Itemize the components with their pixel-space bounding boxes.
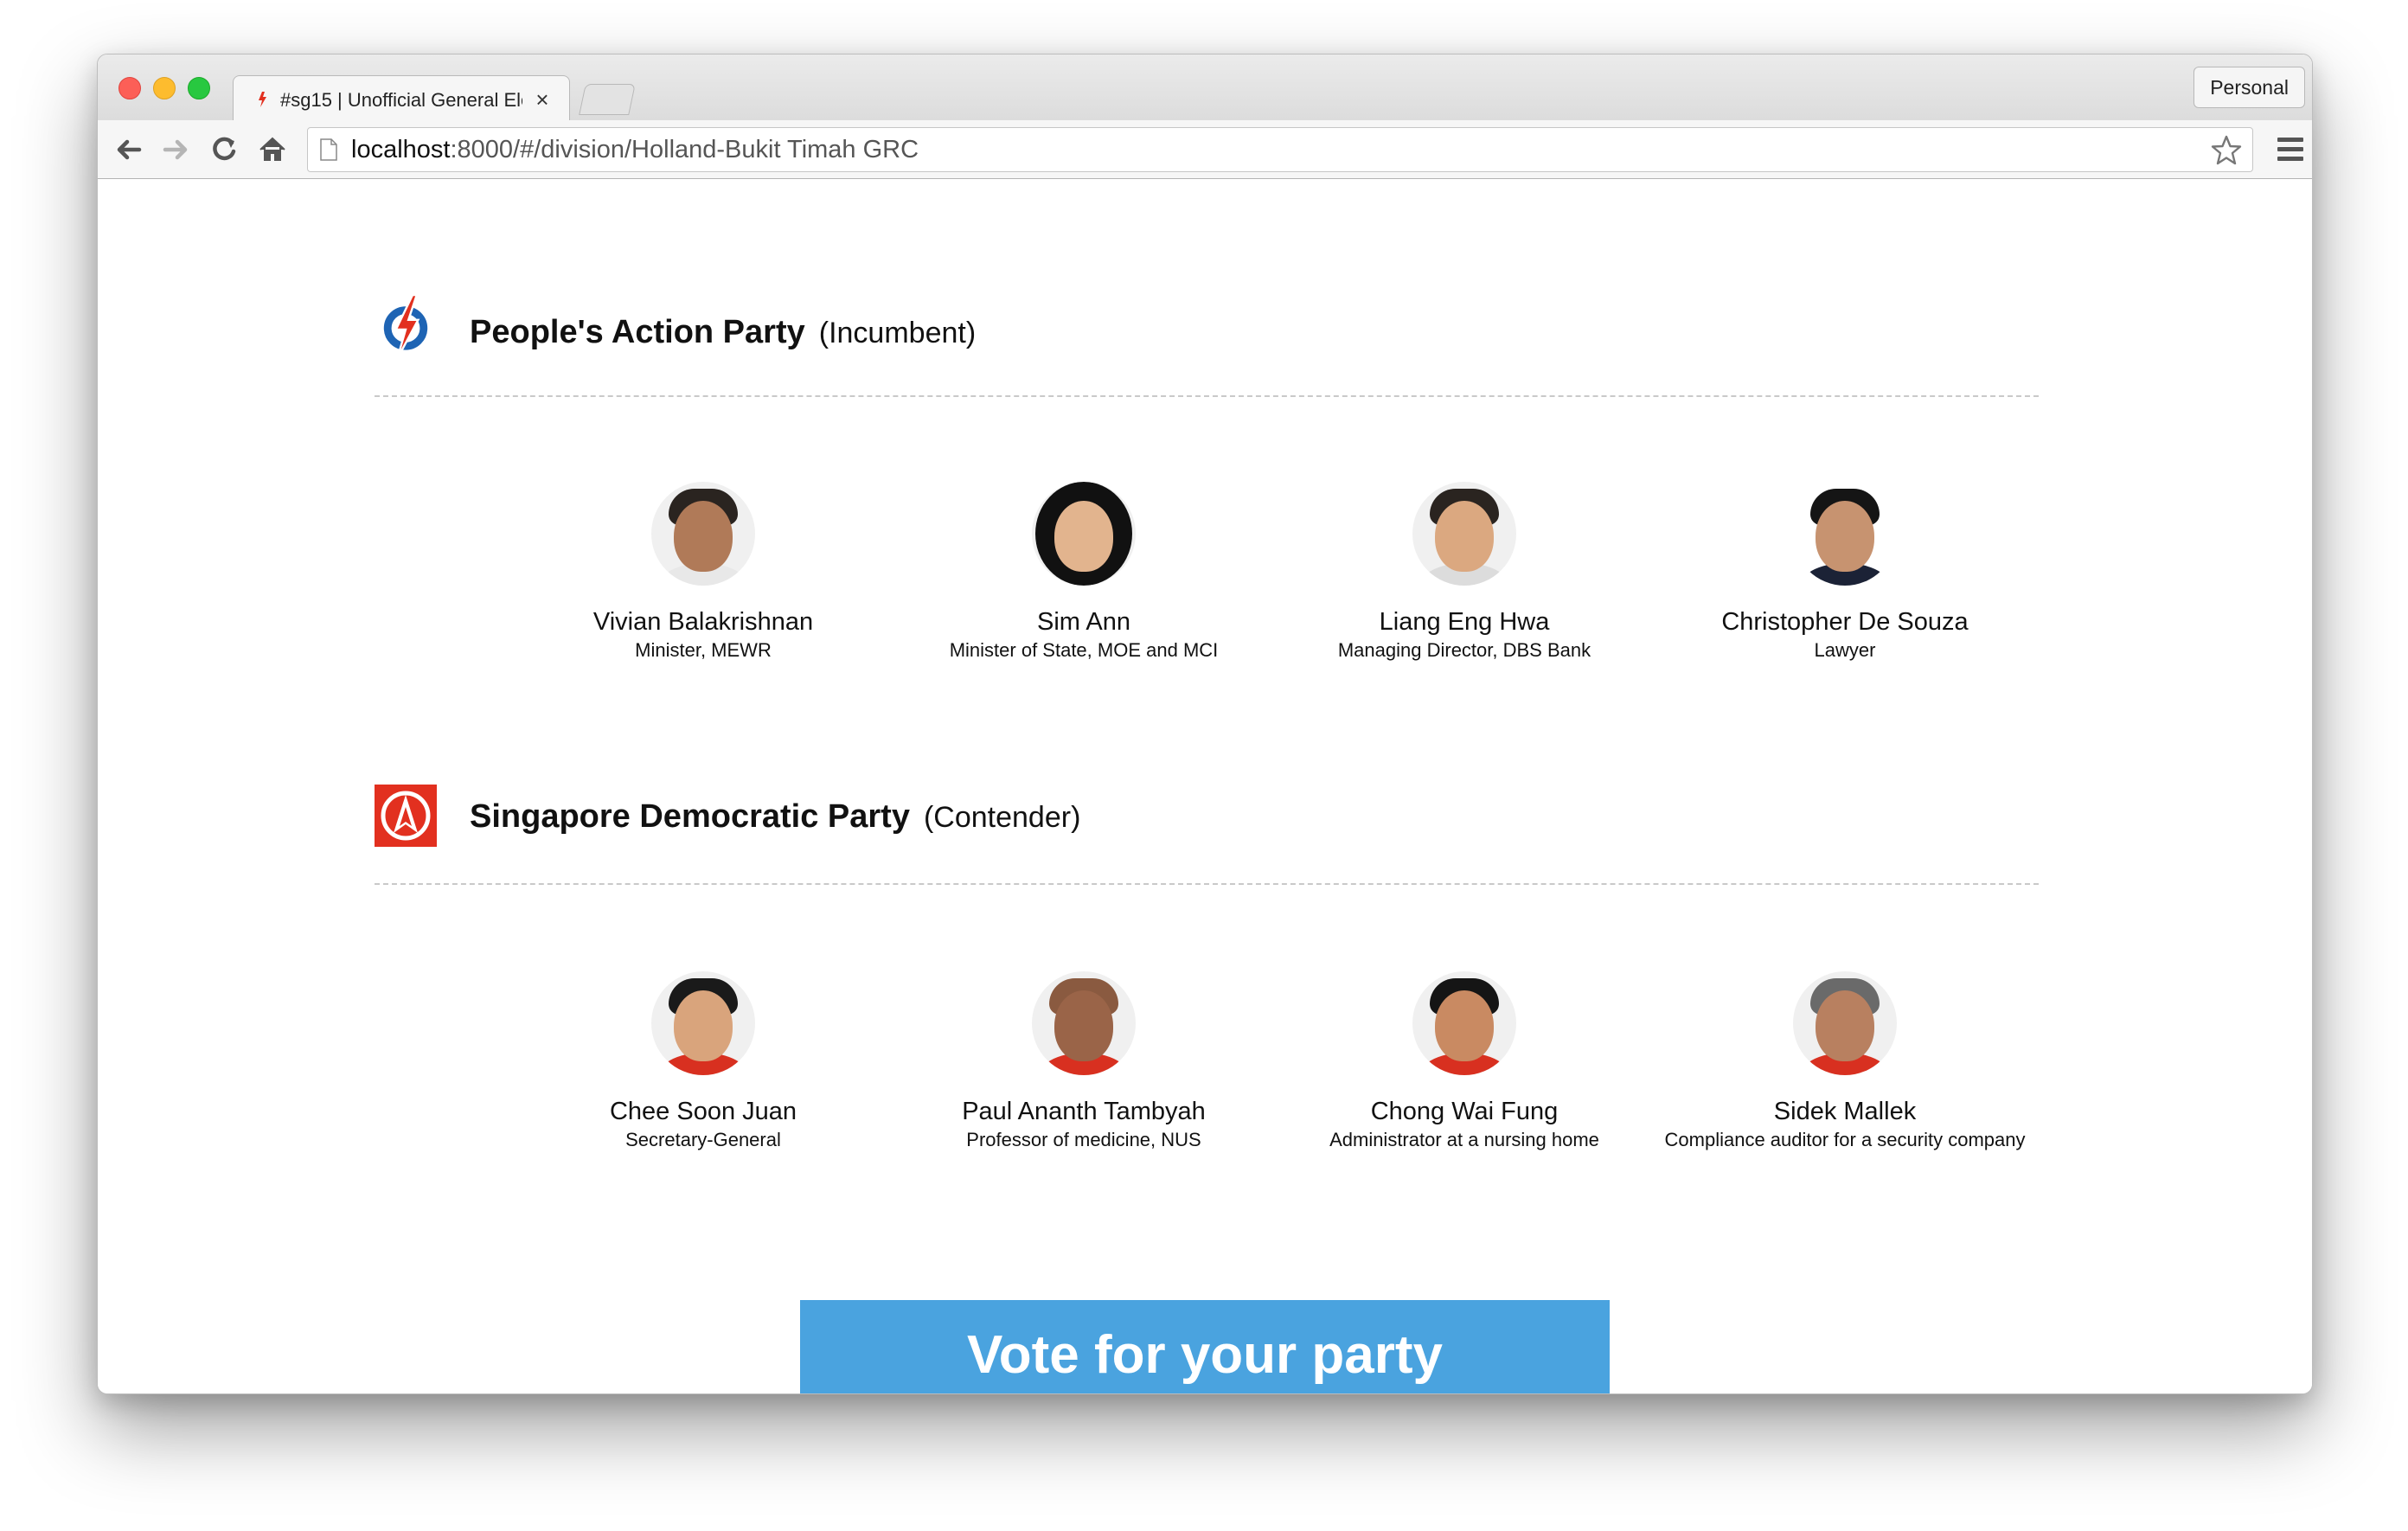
candidate-role: Administrator at a nursing home — [1329, 1129, 1599, 1150]
candidate-card[interactable]: Christopher De Souza Lawyer — [1663, 482, 2027, 662]
vote-button[interactable]: Vote for your party — [800, 1300, 1610, 1393]
party-title: People's Action Party (Incumbent) — [470, 314, 976, 351]
candidate-avatar — [1032, 482, 1136, 586]
candidate-card[interactable]: Chee Soon Juan Secretary-General — [522, 971, 885, 1151]
party-name: People's Action Party — [470, 314, 805, 350]
candidate-name: Paul Ananth Tambyah — [962, 1098, 1206, 1125]
party-name: Singapore Democratic Party — [470, 798, 910, 835]
candidate-role: Lawyer — [1814, 639, 1876, 661]
candidate-name: Sidek Mallek — [1773, 1098, 1917, 1125]
pap-lightning-logo — [383, 295, 428, 357]
candidate-card[interactable]: Chong Wai Fung Administrator at a nursin… — [1283, 971, 1646, 1151]
candidate-name: Liang Eng Hwa — [1379, 608, 1550, 636]
candidate-card[interactable]: Sim Ann Minister of State, MOE and MCI — [902, 482, 1265, 662]
url-path: :8000/#/division/Holland-Bukit Timah GRC — [450, 136, 919, 163]
candidate-name: Vivian Balakrishnan — [592, 608, 814, 636]
star-icon[interactable] — [2209, 131, 2244, 170]
candidate-role: Secretary-General — [625, 1129, 781, 1150]
candidate-name: Chee Soon Juan — [609, 1098, 797, 1125]
candidate-avatar — [1793, 482, 1897, 586]
candidate-name: Sim Ann — [1037, 608, 1130, 636]
candidate-name: Christopher De Souza — [1721, 608, 1969, 636]
arrow-right-icon[interactable] — [157, 131, 195, 169]
candidate-avatar — [651, 971, 755, 1075]
party-header-sdp: Singapore Democratic Party (Contender) — [375, 778, 2061, 881]
candidate-avatar — [1412, 971, 1516, 1075]
candidate-role: Minister, MEWR — [635, 639, 772, 661]
candidate-role: Compliance auditor for a security compan… — [1664, 1129, 2026, 1150]
candidate-role: Professor of medicine, NUS — [966, 1129, 1201, 1150]
browser-tab-active[interactable]: #sg15 | Unofficial General Election × — [233, 75, 570, 122]
close-window-button[interactable] — [118, 77, 141, 99]
zoom-window-button[interactable] — [188, 77, 210, 99]
tab-title: #sg15 | Unofficial General Election — [280, 89, 522, 111]
hamburger-icon[interactable] — [2277, 138, 2303, 162]
page-icon — [320, 138, 337, 161]
new-tab-button[interactable] — [579, 84, 636, 115]
candidate-name: Chong Wai Fung — [1370, 1098, 1559, 1125]
candidate-card[interactable]: Sidek Mallek Compliance auditor for a se… — [1663, 971, 2027, 1151]
party-title: Singapore Democratic Party (Contender) — [470, 798, 1080, 836]
title-bar: #sg15 | Unofficial General Election × Pe… — [98, 54, 2312, 122]
candidate-avatar — [651, 482, 755, 586]
home-icon[interactable] — [253, 131, 291, 169]
candidate-card[interactable]: Paul Ananth Tambyah Professor of medicin… — [902, 971, 1265, 1151]
candidate-avatar — [1032, 971, 1136, 1075]
candidate-card[interactable]: Vivian Balakrishnan Minister, MEWR — [522, 482, 885, 662]
party-header-pap: People's Action Party (Incumbent) — [375, 291, 2061, 395]
profile-button[interactable]: Personal — [2193, 67, 2305, 108]
party-status: (Incumbent) — [818, 317, 977, 349]
candidate-role: Managing Director, DBS Bank — [1337, 639, 1591, 661]
party-divider — [375, 883, 2039, 885]
url-host: localhost — [351, 136, 451, 163]
minimize-window-button[interactable] — [153, 77, 176, 99]
candidate-avatar — [1412, 482, 1516, 586]
candidate-role: Minister of State, MOE and MCI — [949, 639, 1219, 661]
address-bar[interactable]: localhost:8000/#/division/Holland-Bukit … — [307, 127, 2253, 172]
browser-toolbar: localhost:8000/#/division/Holland-Bukit … — [98, 120, 2312, 179]
arrow-left-icon[interactable] — [110, 131, 148, 169]
page-content: People's Action Party (Incumbent) Vivian … — [98, 179, 2312, 1393]
party-divider — [375, 395, 2039, 397]
party-status: (Contender) — [923, 801, 1081, 834]
browser-window: #sg15 | Unofficial General Election × Pe… — [97, 54, 2313, 1394]
reload-icon[interactable] — [205, 131, 243, 169]
sdp-logo — [375, 785, 437, 847]
candidate-card[interactable]: Liang Eng Hwa Managing Director, DBS Ban… — [1283, 482, 1646, 662]
url-text: localhost:8000/#/division/Holland-Bukit … — [351, 128, 919, 171]
tab-close-icon[interactable]: × — [529, 86, 555, 112]
favicon-icon — [259, 92, 266, 107]
candidate-avatar — [1793, 971, 1897, 1075]
